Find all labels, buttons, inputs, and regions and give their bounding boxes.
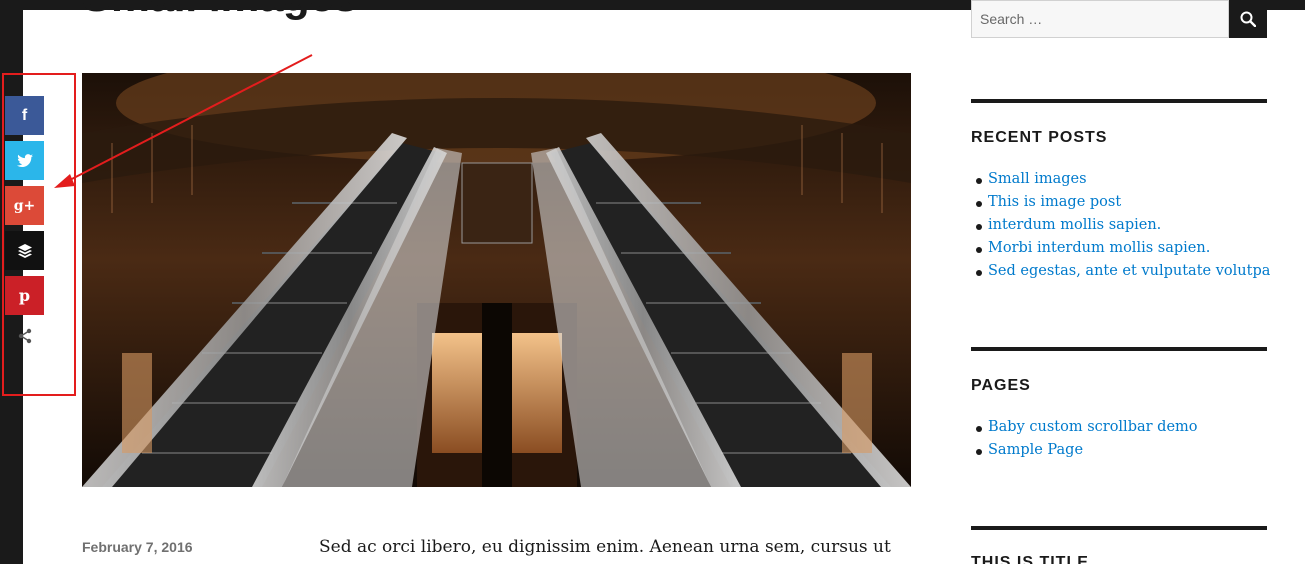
post-featured-image[interactable] bbox=[82, 73, 911, 487]
facebook-icon: f bbox=[21, 106, 28, 124]
list-item: interdum mollis sapien. bbox=[971, 217, 1267, 240]
twitter-icon bbox=[16, 153, 33, 167]
post-date[interactable]: February 7, 2016 bbox=[82, 539, 193, 555]
pages-list: Baby custom scrollbar demo Sample Page bbox=[971, 419, 1267, 465]
recent-post-link[interactable]: Sed egestas, ante et vulputate volutpa bbox=[988, 263, 1270, 279]
list-item: Sample Page bbox=[971, 442, 1267, 465]
post-excerpt: Sed ac orci libero, eu dignissim enim. A… bbox=[319, 537, 891, 557]
recent-posts-list: Small images This is image post interdum… bbox=[971, 171, 1270, 286]
facebook-share-button[interactable]: f bbox=[5, 96, 44, 135]
more-share-button[interactable] bbox=[5, 321, 44, 351]
widget-title: THIS IS TITLE bbox=[971, 554, 1089, 564]
pages-widget: PAGES Baby custom scrollbar demo Sample … bbox=[971, 347, 1267, 465]
search-icon bbox=[1240, 11, 1256, 27]
post-title[interactable]: Small images bbox=[82, 0, 358, 22]
list-item: Morbi interdum mollis sapien. bbox=[971, 240, 1267, 263]
pinterest-share-button[interactable]: p bbox=[5, 276, 44, 315]
recent-post-link[interactable]: Small images bbox=[988, 171, 1087, 187]
recent-post-link[interactable]: Morbi interdum mollis sapien. bbox=[988, 240, 1210, 256]
list-item: Sed egestas, ante et vulputate volutpa bbox=[971, 263, 1270, 286]
list-item: Baby custom scrollbar demo bbox=[971, 419, 1267, 442]
recent-post-link[interactable]: This is image post bbox=[988, 194, 1121, 210]
google-plus-icon: g+ bbox=[13, 197, 36, 214]
page-link[interactable]: Baby custom scrollbar demo bbox=[988, 419, 1198, 435]
recent-posts-widget: RECENT POSTS Small images This is image … bbox=[971, 99, 1270, 286]
google-plus-share-button[interactable]: g+ bbox=[5, 186, 44, 225]
twitter-share-button[interactable] bbox=[5, 141, 44, 180]
search-input[interactable] bbox=[971, 0, 1229, 38]
recent-post-link[interactable]: interdum mollis sapien. bbox=[988, 217, 1161, 233]
list-item: Small images bbox=[971, 171, 1267, 194]
buffer-icon bbox=[17, 243, 32, 258]
escalator-photo bbox=[82, 73, 911, 487]
search-form bbox=[971, 0, 1267, 38]
title-widget: THIS IS TITLE bbox=[971, 526, 1267, 564]
widget-title: RECENT POSTS bbox=[971, 129, 1108, 146]
search-button[interactable] bbox=[1229, 0, 1267, 38]
pinterest-icon: p bbox=[18, 286, 31, 305]
list-item: This is image post bbox=[971, 194, 1267, 217]
share-bar: f g+ p bbox=[5, 96, 44, 357]
page-link[interactable]: Sample Page bbox=[988, 442, 1083, 458]
widget-title: PAGES bbox=[971, 377, 1031, 394]
share-icon bbox=[18, 328, 31, 344]
buffer-share-button[interactable] bbox=[5, 231, 44, 270]
